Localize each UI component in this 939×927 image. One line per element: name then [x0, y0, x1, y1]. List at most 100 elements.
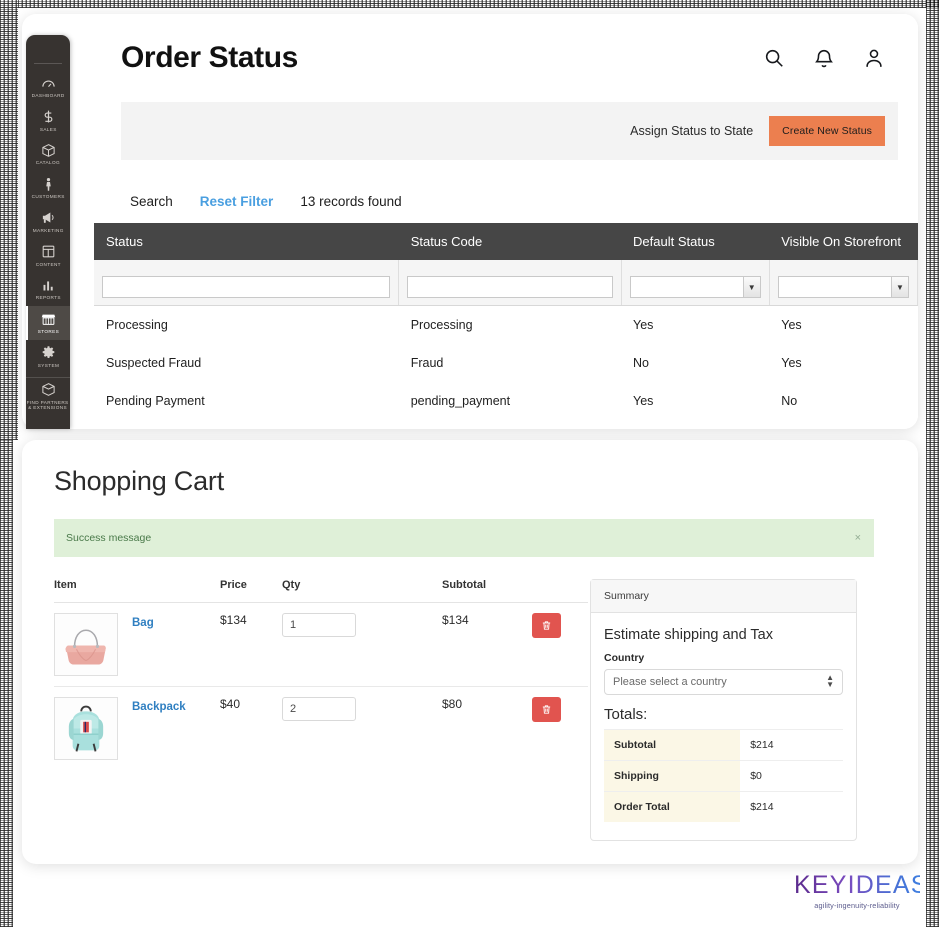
table-row[interactable]: Pending Payment pending_payment Yes No [94, 382, 918, 420]
cell-default: Yes [621, 305, 770, 344]
cart-header-row: Item Price Qty Subtotal [54, 579, 588, 603]
filter-select-default-status[interactable]: ▼ [629, 276, 761, 298]
country-select-value: Please select a country [613, 676, 727, 688]
totals-row-order-total: Order Total $214 [604, 791, 843, 822]
cell-status: Payment Review [94, 420, 399, 429]
logo-wordmark: KEYIDEAS [794, 871, 929, 899]
screenshot-root: Order Status Assign Status to State Crea… [0, 0, 939, 927]
sidebar-label: CATALOG [35, 160, 61, 166]
shopping-cart-card: Shopping Cart Success message × Item Pri… [22, 440, 918, 864]
sidebar-item-dashboard[interactable]: DASHBOARD [26, 70, 70, 104]
cart-cell-actions [532, 687, 588, 771]
country-select[interactable]: Please select a country ▲ ▼ [604, 669, 843, 695]
cell-visible: No [769, 382, 918, 420]
filter-cell-default-status: ▼ [621, 260, 770, 306]
sidebar-item-catalog[interactable]: CATALOG [26, 137, 70, 171]
sidebar-item-marketing[interactable]: MARKETING [26, 205, 70, 239]
filter-select-visible-on-storefront[interactable]: ▼ [777, 276, 909, 298]
table-row[interactable]: Processing Processing Yes Yes [94, 305, 918, 344]
filter-input-status[interactable] [102, 276, 391, 298]
table-body: ▼ ▼ Processing Processing Yes Yes Suspec… [94, 260, 918, 429]
admin-sidebar: DASHBOARD SALES CATALOG CUSTOMERS MARKET… [26, 35, 70, 429]
table-row[interactable]: Payment Review pending_review Yes Yes [94, 420, 918, 429]
sidebar-label: MARKETING [32, 227, 64, 233]
totals-label-order-total: Order Total [604, 791, 741, 822]
search-link[interactable]: Search [130, 194, 173, 209]
qty-input-bag[interactable] [282, 613, 356, 637]
sidebar-label: CUSTOMERS [31, 194, 65, 200]
sidebar-item-content[interactable]: CONTENT [26, 239, 70, 273]
user-icon[interactable] [863, 47, 885, 69]
totals-table: Subtotal $214 Shipping $0 Order Total $2… [604, 729, 843, 822]
success-message-banner: Success message × [54, 519, 874, 557]
cart-cell-price: $134 [220, 602, 282, 687]
cell-default: Yes [621, 420, 770, 429]
layout-icon [40, 244, 56, 260]
product-link-bag[interactable]: Bag [132, 617, 154, 629]
edge-noise-left [0, 0, 18, 440]
table-row[interactable]: Suspected Fraud Fraud No Yes [94, 344, 918, 382]
cart-title: Shopping Cart [54, 466, 225, 496]
column-header-item-name [132, 579, 220, 603]
sidebar-label: REPORTS [35, 295, 61, 301]
cell-default: Yes [621, 382, 770, 420]
sidebar-item-reports[interactable]: REPORTS [26, 272, 70, 306]
filter-row: ▼ ▼ [94, 260, 918, 306]
search-icon[interactable] [763, 47, 785, 69]
cell-status: Processing [94, 305, 399, 344]
keyideas-logo: KEYIDEAS agility-ingenuity-reliability [794, 871, 929, 911]
cell-code: pending_payment [398, 382, 622, 420]
gauge-icon [40, 75, 56, 91]
cart-row: Backpack $40 $80 [54, 687, 588, 771]
filter-input-status-code[interactable] [407, 276, 613, 298]
sidebar-item-stores[interactable]: STORES [26, 306, 70, 340]
product-image-bag[interactable] [54, 613, 118, 676]
cart-cell-thumb [54, 602, 132, 687]
close-icon[interactable]: × [855, 532, 861, 544]
admin-header: Order Status [94, 14, 918, 102]
sidebar-item-sales[interactable]: SALES [26, 104, 70, 138]
qty-input-backpack[interactable] [282, 697, 356, 721]
product-link-backpack[interactable]: Backpack [132, 701, 186, 713]
assign-status-to-state-link[interactable]: Assign Status to State [630, 124, 753, 138]
sidebar-item-system[interactable]: SYSTEM [26, 340, 70, 374]
totals-value-subtotal: $214 [740, 729, 843, 761]
cart-cell-actions [532, 602, 588, 687]
bell-icon[interactable] [813, 47, 835, 69]
spinner-arrows-icon: ▲ ▼ [826, 673, 834, 689]
column-header-status-code[interactable]: Status Code [398, 223, 622, 260]
admin-action-bar: Assign Status to State Create New Status [121, 102, 898, 160]
cell-visible: Yes [769, 344, 918, 382]
cart-items-table: Item Price Qty Subtotal Bag $134 1 $134 … [54, 579, 588, 770]
edge-noise-right [926, 0, 939, 927]
success-message-text: Success message [66, 532, 152, 544]
reset-filter-link[interactable]: Reset Filter [200, 194, 274, 209]
totals-value-order-total: $214 [740, 791, 843, 822]
column-header-default-status[interactable]: Default Status [621, 223, 770, 260]
create-new-status-button[interactable]: Create New Status [769, 116, 885, 146]
cart-cell-qty [282, 602, 442, 687]
totals-body: Subtotal $214 Shipping $0 Order Total $2… [604, 729, 843, 822]
sidebar-item-customers[interactable]: CUSTOMERS [26, 171, 70, 205]
sidebar-label: STORES [37, 329, 59, 335]
delete-item-button-backpack[interactable] [532, 697, 561, 722]
page-title: Order Status [121, 41, 298, 74]
table-head: Status Status Code Default Status Visibl… [94, 223, 918, 260]
cart-cell-subtotal: $134 [442, 602, 532, 687]
cart-main: Item Price Qty Subtotal Bag $134 1 $134 … [22, 557, 918, 841]
cart-cell-subtotal: $80 [442, 697, 463, 711]
column-header-qty: Qty [282, 579, 442, 603]
cell-status: Pending Payment [94, 382, 399, 420]
sidebar-label: DASHBOARD [31, 93, 65, 98]
bar-chart-icon [40, 277, 56, 293]
product-image-backpack[interactable] [54, 697, 118, 760]
cart-cell-name: Backpack [132, 687, 220, 771]
sidebar-item-find-partners-extensions[interactable]: FIND PARTNERS & EXTENSIONS [26, 376, 70, 416]
column-header-visible-on-storefront[interactable]: Visible On Storefront [769, 223, 918, 260]
column-header-subtotal: Subtotal [442, 579, 532, 603]
cell-default: No [621, 344, 770, 382]
sidebar-label: FIND PARTNERS & EXTENSIONS [27, 399, 69, 411]
delete-item-button-bag[interactable] [532, 613, 561, 638]
totals-value-shipping: $0 [740, 760, 843, 792]
column-header-status[interactable]: Status [94, 223, 399, 260]
